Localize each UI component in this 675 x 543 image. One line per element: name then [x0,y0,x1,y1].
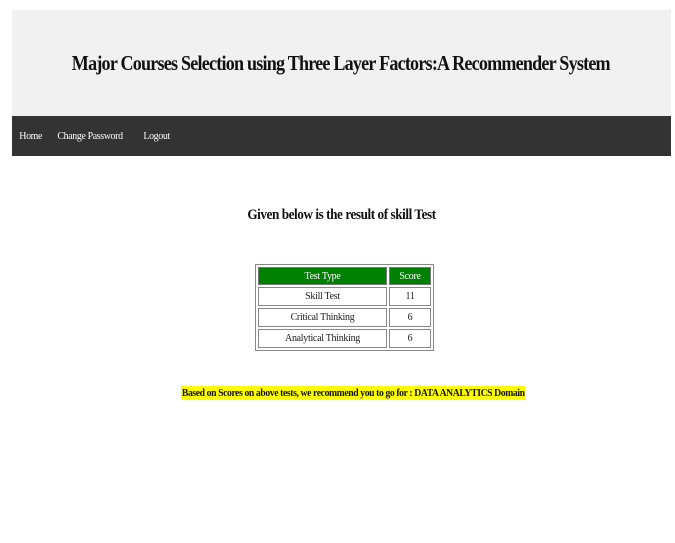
site-title: Major Courses Selection using Three Laye… [71,50,610,75]
score-cell: 6 [389,308,431,327]
table-row: Critical Thinking 6 [258,308,431,327]
score-cell: 11 [389,287,431,306]
nav-logout-link[interactable]: Logout [138,130,175,142]
column-header-test-type: Test Type [258,267,387,285]
table-row: Skill Test 11 [258,287,431,306]
top-navbar: Home Change Password Logout [12,116,671,156]
column-header-score: Score [389,267,431,285]
page: Major Courses Selection using Three Laye… [0,0,675,543]
nav-change-password-link[interactable]: Change Password [52,130,128,142]
table-header-row: Test Type Score [258,267,431,285]
test-type-cell: Analytical Thinking [258,329,387,348]
page-header: Major Courses Selection using Three Laye… [12,10,671,116]
test-type-cell: Skill Test [258,287,387,306]
test-type-cell: Critical Thinking [258,308,387,327]
recommendation-text: Based on Scores on above tests, we recom… [181,386,526,400]
table-row: Analytical Thinking 6 [258,329,431,348]
result-heading: Given below is the result of skill Test [247,207,436,223]
score-table: Test Type Score Skill Test 11 Critical T… [255,264,434,351]
nav-home-link[interactable]: Home [13,130,47,142]
score-cell: 6 [389,329,431,348]
